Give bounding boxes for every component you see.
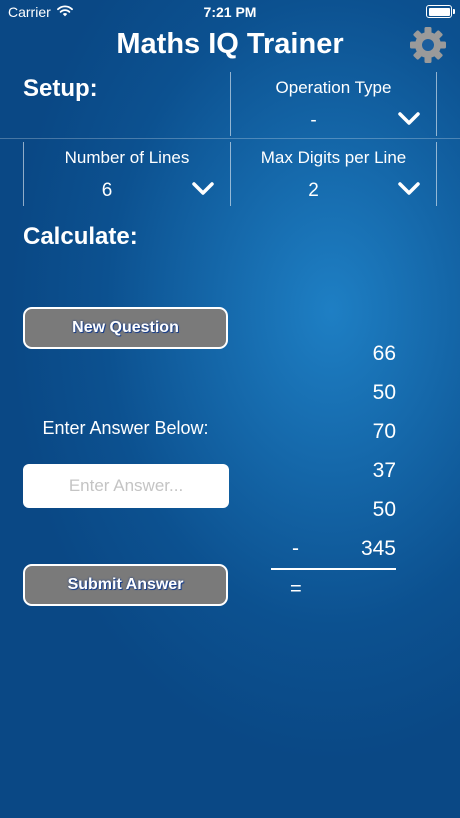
setup-heading: Setup: — [23, 75, 98, 102]
operation-type-label: Operation Type — [275, 78, 392, 97]
chevron-down-icon — [398, 112, 420, 125]
app-title: Maths IQ Trainer — [116, 28, 344, 60]
new-question-button[interactable]: New Question — [23, 307, 228, 349]
problem-line: 70 — [372, 420, 396, 443]
answer-input[interactable] — [23, 464, 229, 508]
divider — [436, 72, 437, 136]
answer-prompt: Enter Answer Below: — [42, 418, 209, 438]
divider — [436, 142, 437, 206]
problem-line: 37 — [372, 459, 396, 482]
max-digits-picker[interactable]: Max Digits per Line 2 — [231, 148, 436, 206]
sum-line — [271, 568, 396, 570]
number-of-lines-label: Number of Lines — [64, 148, 190, 167]
problem-line: 66 — [372, 342, 396, 365]
calculate-heading: Calculate: — [23, 223, 138, 250]
max-digits-label: Max Digits per Line — [260, 148, 407, 167]
problem-line: 50 — [372, 381, 396, 404]
chevron-down-icon — [192, 182, 214, 195]
max-digits-value: 2 — [308, 180, 319, 201]
divider — [0, 138, 460, 139]
battery-icon — [426, 5, 455, 18]
number-of-lines-value: 6 — [101, 180, 113, 201]
operation-type-value: - — [310, 110, 317, 131]
problem-line: 50 — [372, 498, 396, 521]
submit-answer-button[interactable]: Submit Answer — [23, 564, 228, 606]
number-of-lines-picker[interactable]: Number of Lines 6 — [24, 148, 230, 206]
equals-sign: = — [290, 578, 302, 600]
operation-type-picker[interactable]: Operation Type - — [231, 78, 436, 136]
problem-line: 345 — [360, 537, 396, 560]
status-bar: Carrier 7:21 PM — [0, 0, 460, 24]
chevron-down-icon — [398, 182, 420, 195]
status-time: 7:21 PM — [203, 4, 257, 20]
gear-icon[interactable] — [409, 26, 447, 64]
